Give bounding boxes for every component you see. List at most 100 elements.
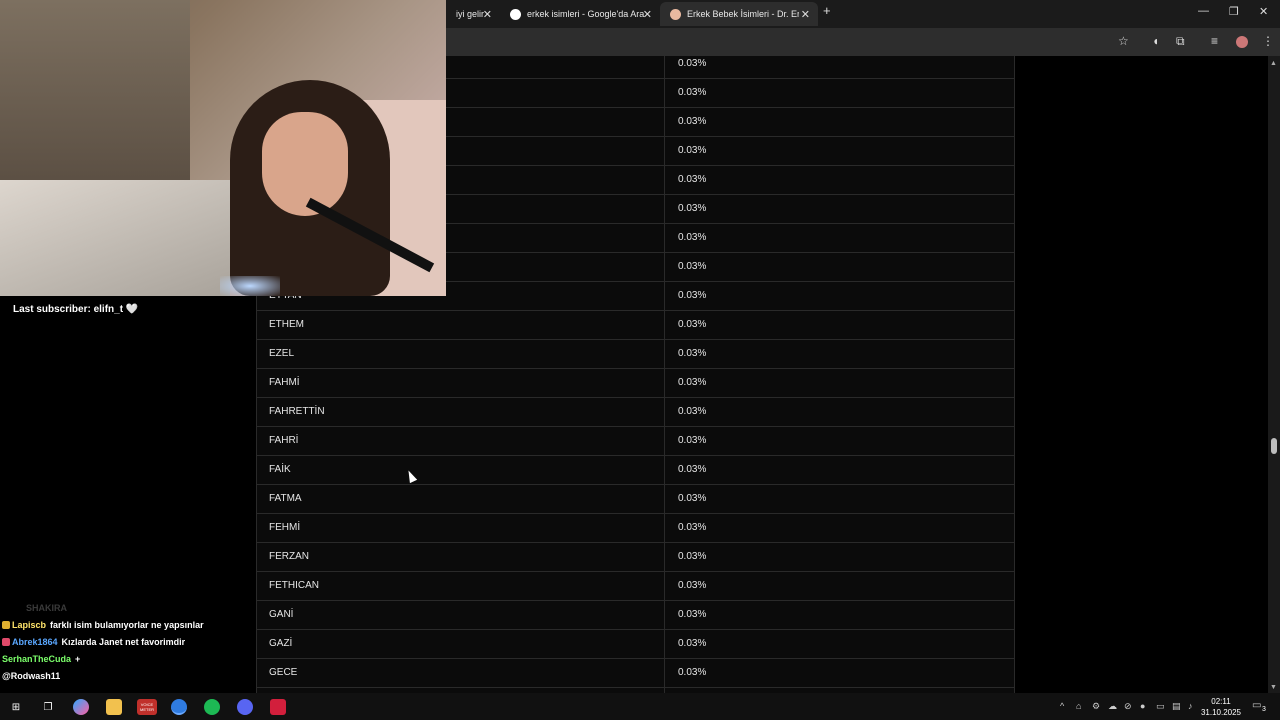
clock-date: 31.10.2025 xyxy=(1200,708,1242,717)
name-cell: GAZİ xyxy=(269,638,293,649)
name-cell: FATMA xyxy=(269,493,302,504)
chat-username[interactable]: Abrek1864 xyxy=(12,637,58,647)
browser-menu-icon[interactable]: ⋮ xyxy=(1262,34,1274,48)
percent-cell: 0.03% xyxy=(678,638,707,649)
webcam-light-glow xyxy=(220,276,280,296)
discord-icon[interactable] xyxy=(237,699,253,715)
chat-text: + xyxy=(75,654,81,664)
column-divider xyxy=(664,253,665,282)
onedrive-cloud-icon[interactable]: ☁ xyxy=(1108,701,1117,712)
site-favicon-icon xyxy=(670,8,681,20)
webcam-overlay xyxy=(0,0,446,296)
table-row: GECE 0.03% xyxy=(256,659,1015,688)
table-row: GAZİ 0.03% xyxy=(256,630,1015,659)
tab-close-icon[interactable]: ✕ xyxy=(801,8,810,21)
percent-cell: 0.03% xyxy=(678,232,707,243)
table-row: FAHRİ 0.03% xyxy=(256,427,1015,456)
chat-text: Kızlarda Janet net favorimdir xyxy=(61,637,186,647)
minimize-button[interactable]: — xyxy=(1198,5,1209,17)
chat-message: Abrek1864 Kızlarda Janet net favorimdir xyxy=(2,634,252,651)
stream-chat: SHAKIRA Lapiscb farklı isim bulamıyorlar n… xyxy=(2,600,252,685)
table-row: FETHICAN 0.03% xyxy=(256,572,1015,601)
restore-button[interactable]: ❐ xyxy=(1229,5,1239,18)
percent-cell: 0.03% xyxy=(678,464,707,475)
copilot-icon[interactable] xyxy=(73,699,89,715)
tray-app-icon[interactable]: ⌂ xyxy=(1076,701,1081,711)
voicemeeter-icon[interactable]: VOICE METER xyxy=(137,699,157,715)
table-row: EZEL 0.03% xyxy=(256,340,1015,369)
task-view-icon[interactable]: ❐ xyxy=(40,699,56,715)
app-icon-red[interactable] xyxy=(270,699,286,715)
column-divider xyxy=(664,659,665,688)
tray-app-icon[interactable]: ⊘ xyxy=(1124,701,1132,712)
scrollbar-thumb[interactable] xyxy=(1271,438,1277,454)
taskbar-clock[interactable]: 02:11 31.10.2025 xyxy=(1200,696,1242,718)
tray-app-icon[interactable]: ⚙ xyxy=(1092,701,1100,712)
name-cell: FAHRETTİN xyxy=(269,406,325,417)
tab-google-search[interactable]: erkek isimleri - Google'da Ara ✕ xyxy=(500,2,660,26)
clock-time: 02:11 xyxy=(1211,697,1231,706)
column-divider xyxy=(664,456,665,485)
chat-badge-icon xyxy=(2,638,10,646)
chat-badge-icon xyxy=(2,621,10,629)
percent-cell: 0.03% xyxy=(678,348,707,359)
chat-message: Lapiscb farklı isim bulamıyorlar ne yapsı… xyxy=(2,617,252,634)
percent-cell: 0.03% xyxy=(678,58,707,69)
chat-username[interactable]: SerhanTheCuda xyxy=(2,654,71,664)
percent-cell: 0.03% xyxy=(678,319,707,330)
spotify-icon[interactable] xyxy=(204,699,220,715)
percent-cell: 0.03% xyxy=(678,493,707,504)
name-cell: GECE xyxy=(269,667,298,678)
percent-cell: 0.03% xyxy=(678,203,707,214)
name-cell: GANİ xyxy=(269,609,294,620)
close-window-button[interactable]: ✕ xyxy=(1259,5,1268,18)
percent-cell: 0.03% xyxy=(678,377,707,388)
chat-username[interactable]: @Rodwash11 xyxy=(2,671,60,681)
percent-cell: 0.03% xyxy=(678,435,707,446)
tab-erkek-bebek-isimleri[interactable]: Erkek Bebek İsimleri - Dr. Ertuğ ✕ xyxy=(660,2,818,26)
extensions-puzzle-icon[interactable]: ⧉ xyxy=(1176,34,1185,49)
chat-username[interactable]: Lapiscb xyxy=(12,620,46,630)
notification-count: 3 xyxy=(1262,706,1266,713)
file-explorer-icon[interactable] xyxy=(106,699,122,715)
chat-message: SHAKIRA xyxy=(2,600,252,617)
percent-cell: 0.03% xyxy=(678,174,707,185)
percent-cell: 0.03% xyxy=(678,145,707,156)
chrome-icon[interactable] xyxy=(171,699,187,715)
scroll-down-arrow-icon[interactable]: ▼ xyxy=(1270,684,1277,691)
media-control-icon[interactable]: ≡ xyxy=(1211,34,1218,48)
column-divider xyxy=(664,56,665,79)
webcam-background-shelf xyxy=(0,0,190,190)
tab-label: Erkek Bebek İsimleri - Dr. Ertuğ xyxy=(687,9,799,19)
name-cell: ETHEM xyxy=(269,319,304,330)
chat-username[interactable]: SHAKIRA xyxy=(26,603,67,613)
microphone-icon[interactable]: ● xyxy=(1140,701,1145,711)
windows-start-icon[interactable]: ⊞ xyxy=(8,699,24,715)
page-scrollbar[interactable]: ▲ ▼ xyxy=(1268,56,1280,693)
scroll-up-arrow-icon[interactable]: ▲ xyxy=(1270,60,1277,67)
column-divider xyxy=(664,79,665,108)
table-row: ETHEM 0.03% xyxy=(256,311,1015,340)
bookmark-star-icon[interactable]: ☆ xyxy=(1118,34,1129,48)
windows-taskbar: ⊞ ❐ VOICE METER ^ ⌂ ⚙ ☁ ⊘ ● ▭ ▤ ♪ 02:11 … xyxy=(0,693,1280,720)
name-cell: FEHMİ xyxy=(269,522,301,533)
percent-cell: 0.03% xyxy=(678,667,707,678)
tab-close-icon[interactable]: ✕ xyxy=(483,8,492,21)
tray-app-icon[interactable]: ▭ xyxy=(1156,701,1165,712)
extension-shield-icon[interactable]: ◖ xyxy=(1152,34,1159,48)
column-divider xyxy=(664,137,665,166)
table-row: GANİ 0.03% xyxy=(256,601,1015,630)
notification-center-icon[interactable]: ▭ xyxy=(1252,700,1261,711)
tray-overflow-chevron-icon[interactable]: ^ xyxy=(1060,701,1064,711)
column-divider xyxy=(664,108,665,137)
new-tab-button[interactable]: + xyxy=(823,3,831,18)
percent-cell: 0.03% xyxy=(678,406,707,417)
profile-avatar-icon[interactable] xyxy=(1236,36,1248,48)
volume-icon[interactable]: ♪ xyxy=(1188,701,1193,711)
network-icon[interactable]: ▤ xyxy=(1172,701,1181,712)
chat-message: @Rodwash11 xyxy=(2,668,252,685)
chat-message: SerhanTheCuda + xyxy=(2,651,252,668)
tab-close-icon[interactable]: ✕ xyxy=(643,8,652,21)
column-divider xyxy=(664,427,665,456)
name-cell: FAHMİ xyxy=(269,377,300,388)
